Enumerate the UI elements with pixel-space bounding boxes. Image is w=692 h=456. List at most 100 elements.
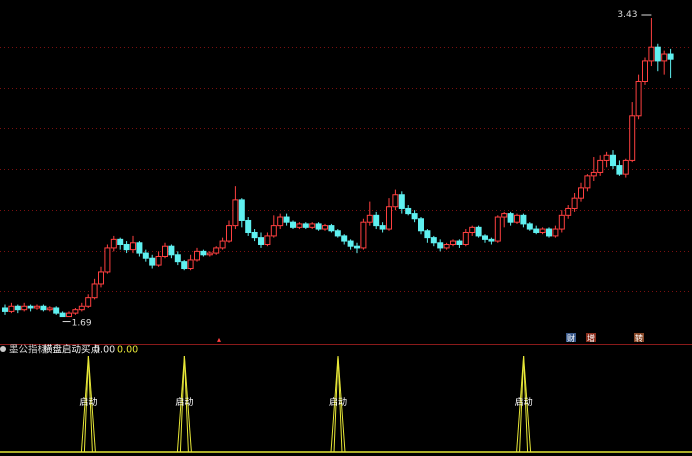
candle	[546, 227, 552, 238]
candle	[578, 182, 584, 202]
candle-body-down	[424, 230, 431, 239]
candle	[117, 237, 124, 250]
candle-body-up	[386, 206, 392, 230]
candle-body-up	[514, 214, 520, 223]
low-price-label: 1.69	[72, 319, 92, 329]
candle-body-up	[264, 235, 271, 245]
candle	[411, 210, 418, 223]
candle-body-down	[667, 53, 674, 60]
candle-body-down	[238, 199, 245, 221]
candle	[78, 302, 85, 312]
candle-body-up	[46, 307, 53, 311]
candle-body-up	[571, 197, 578, 209]
candle-body-down	[398, 194, 405, 209]
signal-label: 启动	[175, 396, 193, 408]
candle-body-down	[456, 240, 463, 245]
candle	[328, 223, 335, 233]
candle	[456, 239, 463, 248]
candle	[584, 174, 591, 192]
indicator-settings-icon[interactable]	[0, 346, 6, 352]
candle-body-up	[642, 60, 648, 82]
candle-body-down	[482, 235, 488, 240]
candle-body-up	[219, 240, 226, 249]
signal-value-1: 0.00	[94, 345, 115, 356]
candle	[162, 242, 168, 259]
candle	[373, 211, 380, 230]
candle	[258, 232, 264, 248]
candle-body-up	[104, 247, 111, 273]
event-marker[interactable]: 财	[566, 333, 576, 343]
candle	[347, 239, 354, 250]
candle	[27, 304, 34, 312]
candle-body-down	[546, 228, 552, 237]
event-marker-text: 转	[635, 333, 643, 343]
candle-body-down	[507, 213, 514, 223]
candle-body-up	[206, 252, 213, 256]
signal-label: 启动	[329, 396, 347, 408]
candle-body-up	[590, 171, 597, 177]
candle	[501, 211, 508, 228]
candle-body-down	[437, 242, 444, 249]
candle-body-down	[341, 235, 348, 242]
event-marker-text: 财	[567, 333, 575, 343]
candle-body-up	[629, 115, 636, 161]
candle-body-up	[162, 245, 168, 258]
candle-body-down	[258, 237, 264, 245]
candle-body-down	[168, 245, 175, 256]
event-marker[interactable]: 转	[634, 333, 644, 343]
candle-body-up	[110, 238, 117, 249]
candle-body-up	[558, 214, 565, 230]
candle	[302, 222, 309, 230]
candle-body-up	[34, 305, 40, 309]
candle-body-down	[40, 305, 47, 311]
candle	[443, 242, 450, 250]
candle	[290, 220, 296, 230]
candle-body-down	[328, 225, 335, 232]
candle-body-down	[347, 240, 354, 247]
candle	[2, 304, 8, 315]
candle-body-down	[616, 165, 623, 175]
candle-body-down	[283, 216, 290, 223]
candle-body-up	[213, 247, 220, 254]
candle-body-down	[430, 237, 437, 244]
candle	[315, 222, 322, 231]
candle-body-up	[622, 159, 629, 175]
candle	[174, 251, 181, 266]
candle-body-down	[379, 225, 386, 230]
candle	[565, 205, 572, 219]
candle	[206, 251, 213, 257]
candle	[629, 102, 636, 163]
candle-body-up	[501, 213, 508, 218]
candle	[14, 304, 21, 314]
candle-body-up	[322, 225, 328, 230]
candle	[155, 251, 162, 267]
candle-body-down	[59, 312, 66, 318]
candle-body-down	[533, 228, 540, 233]
candle	[552, 225, 559, 238]
high-price-label: 3.43	[617, 10, 637, 20]
candle-body-up	[552, 228, 559, 237]
candle-body-up	[450, 240, 456, 245]
candle-body-up	[366, 214, 373, 223]
candle-body-up	[635, 80, 642, 117]
candle-body-down	[354, 245, 360, 249]
candle	[616, 160, 623, 176]
candle	[264, 232, 271, 247]
candle-body-up	[21, 305, 28, 311]
candle	[40, 304, 47, 312]
candle	[379, 222, 386, 233]
candle	[130, 235, 136, 254]
signal-series-label: 横盘启动买点	[43, 344, 101, 356]
candle	[296, 222, 303, 230]
indicator-name[interactable]: 墨公指标	[9, 344, 48, 356]
candle	[34, 304, 40, 310]
candle-body-down	[411, 213, 418, 220]
event-marker[interactable]: 增	[586, 333, 596, 343]
candle-body-down	[405, 207, 412, 215]
candle	[494, 215, 501, 243]
candle-body-down	[14, 305, 21, 311]
candle-body-up	[565, 207, 572, 216]
candle-body-up	[8, 305, 15, 312]
candle-body-up	[469, 226, 476, 233]
candle	[238, 198, 245, 228]
